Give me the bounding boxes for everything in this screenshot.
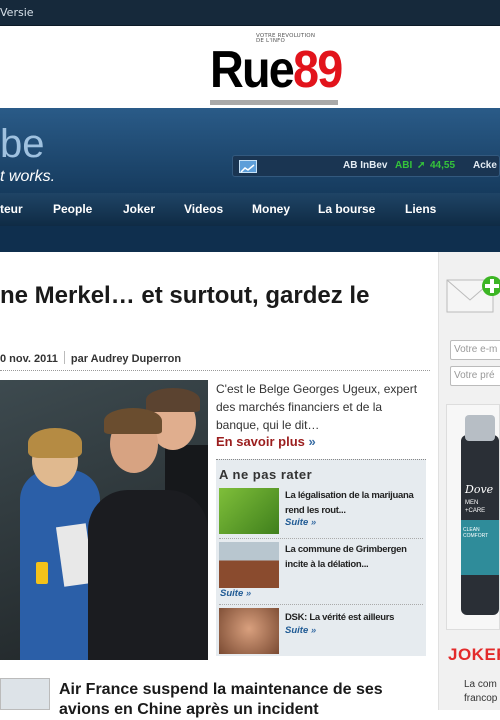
suite-link[interactable]: Suite »	[285, 517, 316, 528]
house-thumbnail[interactable]	[219, 542, 279, 588]
main-nav: teur People Joker Videos Money La bourse…	[0, 193, 500, 226]
article-author: par Audrey Duperron	[70, 353, 182, 365]
list-item-text[interactable]: La légalisation de la marijuana rend les…	[285, 488, 423, 518]
ticker-value: 44,55	[430, 160, 456, 171]
version-link[interactable]: Versie	[0, 6, 34, 19]
ad-line3: CLEAN COMFORT	[463, 527, 489, 539]
banner-slogan: t works.	[0, 168, 56, 185]
photo-figure	[36, 562, 48, 584]
article-photo[interactable]	[0, 380, 208, 660]
nav-item-la-bourse[interactable]: La bourse	[318, 202, 375, 216]
sidebar-text-line1: La com	[464, 679, 497, 690]
suite-arrow: »	[245, 588, 252, 599]
second-article-thumbnail[interactable]	[0, 678, 50, 710]
divider	[219, 604, 423, 605]
ad-line2: +CARE	[465, 508, 486, 514]
rue89-logo[interactable]: VOTRE REVOLUTION DE L'INFO Rue89	[210, 33, 343, 105]
photo-figure	[146, 388, 200, 412]
firstname-field[interactable]: Votre pré	[450, 366, 500, 386]
mail-icon[interactable]	[446, 272, 500, 318]
nav-item-liens[interactable]: Liens	[405, 202, 436, 216]
suite-link[interactable]: Suite »	[220, 588, 251, 599]
nav-item-money[interactable]: Money	[252, 202, 290, 216]
ticker-company: AB InBev	[343, 160, 388, 171]
suite-link[interactable]: Suite »	[285, 625, 316, 636]
nav-item-people[interactable]: People	[53, 202, 92, 216]
logo-text: Rue89	[210, 40, 343, 100]
suite-arrow: »	[310, 625, 317, 636]
dsk-thumbnail[interactable]	[219, 608, 279, 654]
banner-brand[interactable]: be	[0, 122, 45, 167]
cannabis-thumbnail[interactable]	[219, 488, 279, 534]
dove-ad[interactable]: Dove MEN +CARE CLEAN COMFORT	[446, 404, 500, 630]
suite-label: Suite	[220, 588, 244, 599]
a-ne-pas-rater-box: A ne pas rater La légalisation de la mar…	[216, 459, 426, 656]
article-intro: C'est le Belge Georges Ugeux, expert des…	[216, 382, 418, 432]
nav-item-videos[interactable]: Videos	[184, 202, 223, 216]
divider	[0, 370, 430, 371]
ad-brand: Dove	[465, 483, 494, 496]
sub-nav	[0, 226, 500, 252]
nav-item-joker[interactable]: Joker	[123, 202, 155, 216]
logo-text-rue: Rue	[210, 41, 295, 99]
logo-underline	[210, 100, 338, 105]
second-article-title[interactable]: Air France suspend la maintenance de ses…	[59, 680, 389, 720]
sidebar-text: La com francop	[464, 678, 497, 706]
stock-ticker[interactable]: AB InBev ABI ➚ 44,55 Acke	[232, 155, 500, 177]
joker-label[interactable]: JOKER	[448, 645, 500, 665]
arrow-up-icon: ➚	[417, 160, 426, 171]
photo-figure	[28, 428, 82, 458]
deodorant-can-image	[461, 415, 499, 615]
suite-label: Suite	[285, 625, 309, 636]
suite-label: Suite	[285, 517, 309, 528]
article-date: 0 nov. 2011	[0, 353, 58, 365]
read-more-link[interactable]: En savoir plus »	[216, 434, 316, 449]
byline-divider	[63, 351, 65, 364]
article-headline[interactable]: ne Merkel… et surtout, gardez le	[0, 282, 369, 310]
read-more-label: En savoir plus	[216, 434, 305, 449]
photo-figure	[88, 490, 208, 660]
site-banner: be t works.	[0, 108, 500, 193]
sidebar-text-line2: francop	[464, 693, 498, 704]
ad-line1: MEN	[465, 500, 479, 506]
nav-item-teur[interactable]: teur	[0, 202, 23, 216]
logo-text-89: 89	[293, 41, 343, 99]
ticker-symbol: ABI	[395, 160, 413, 171]
box-title: A ne pas rater	[219, 467, 313, 482]
read-more-arrow: »	[308, 434, 316, 449]
email-field[interactable]: Votre e-m	[450, 340, 500, 360]
chart-icon[interactable]	[239, 160, 257, 173]
photo-figure	[104, 408, 162, 434]
article-byline: 0 nov. 2011 par Audrey Duperron	[0, 351, 181, 365]
logo-area: VOTRE REVOLUTION DE L'INFO Rue89	[0, 26, 500, 108]
list-item-text[interactable]: DSK: La vérité est ailleurs	[285, 610, 423, 625]
suite-arrow: »	[310, 517, 317, 528]
ticker-next: Acke	[473, 160, 497, 171]
divider	[219, 538, 423, 539]
top-bar: Versie	[0, 0, 500, 26]
list-item-text[interactable]: La commune de Grimbergen incite à la dél…	[285, 542, 423, 572]
